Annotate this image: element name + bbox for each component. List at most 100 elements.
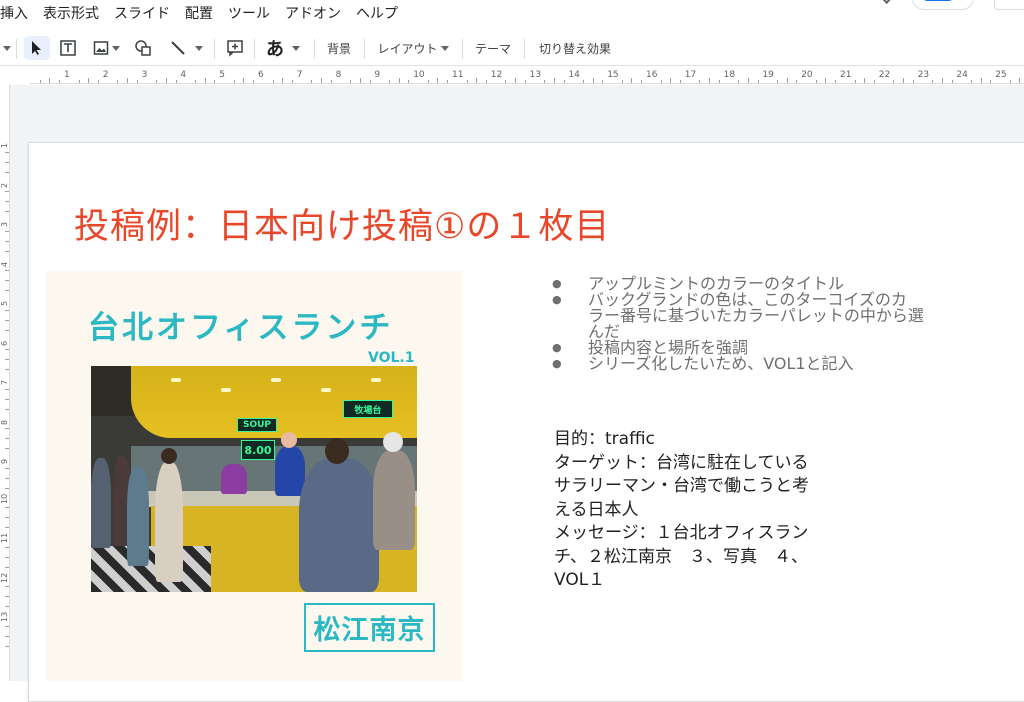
photo-person xyxy=(373,450,415,550)
present-button[interactable] xyxy=(912,0,974,10)
toolbar-separator xyxy=(214,39,215,59)
ruler-tick xyxy=(738,80,740,83)
ruler-tick xyxy=(903,78,904,83)
ruler-tick xyxy=(311,80,313,83)
ruler-tick xyxy=(5,438,9,440)
photo-person xyxy=(299,458,379,592)
bullet-item: シリーズ化したいため、VOL1と記入 xyxy=(552,356,992,373)
ruler-tick xyxy=(59,80,61,83)
ruler-tick xyxy=(660,80,662,83)
slide-title[interactable]: 投稿例：日本向け投稿①の１枚目 xyxy=(74,198,610,249)
ruler-tick xyxy=(5,448,9,450)
shape-button[interactable] xyxy=(132,36,154,60)
ruler-number: 2 xyxy=(102,70,109,80)
photo-light xyxy=(371,378,381,382)
select-tool-button[interactable] xyxy=(24,36,50,60)
toolbar-separator xyxy=(254,39,255,59)
vertical-ruler[interactable]: 1 2 3 4 5 6 7 8 9 10 11 12 13 xyxy=(0,84,10,681)
ruler-tick xyxy=(5,507,9,509)
comment-button[interactable] xyxy=(224,36,246,60)
body-line: 目的：traffic xyxy=(554,429,655,449)
chevron-down-icon xyxy=(292,45,300,51)
photo-light xyxy=(171,378,181,382)
ruler-number: 8 xyxy=(335,70,342,80)
ruler-number: 8 xyxy=(0,419,9,425)
ruler-tick xyxy=(5,408,9,410)
menu-insert[interactable]: 挿入 xyxy=(0,3,28,23)
ruler-tick xyxy=(5,191,9,193)
ruler-number: 7 xyxy=(0,379,9,385)
ruler-number: 12 xyxy=(0,572,9,583)
ruler-tick xyxy=(5,270,9,272)
horizontal-ruler[interactable]: 1 2 3 4 5 6 7 8 9 10 11 12 13 14 15 16 17 18 19 20 21 22 23 24 2… xyxy=(30,70,1024,84)
ruler-tick xyxy=(5,596,9,598)
layout-button[interactable]: レイアウト xyxy=(372,36,454,60)
photo-person xyxy=(127,466,149,566)
menu-format[interactable]: 表示形式 xyxy=(43,3,99,23)
ruler-tick xyxy=(291,80,293,83)
ruler-tick xyxy=(941,78,943,83)
photo-head xyxy=(161,448,177,464)
ruler-tick xyxy=(5,566,9,568)
input-tools-button[interactable]: あ xyxy=(262,36,304,60)
toolbar-separator xyxy=(314,39,315,59)
poster-stamp: 松江南京 xyxy=(304,603,435,652)
ruler-tick xyxy=(127,78,128,83)
toolbar-separator xyxy=(524,39,525,59)
ruler-tick xyxy=(515,78,516,83)
ruler-tick xyxy=(204,78,206,83)
ruler-tick xyxy=(980,78,982,83)
ruler-tick xyxy=(5,349,9,351)
text-box-icon xyxy=(60,40,76,56)
menu-addons[interactable]: アドオン xyxy=(285,3,341,23)
line-icon xyxy=(171,41,185,55)
text-box-button[interactable] xyxy=(56,36,80,60)
photo-price-sign: 8.00 xyxy=(241,440,275,460)
background-button[interactable]: 背景 xyxy=(322,36,356,60)
menu-slide[interactable]: スライド xyxy=(114,3,170,23)
body-line: ターゲット：台湾に駐在している xyxy=(554,452,809,473)
ruler-tick xyxy=(165,78,167,83)
ruler-number: 20 xyxy=(801,70,813,80)
ruler-tick xyxy=(233,80,235,83)
ruler-tick xyxy=(5,319,9,321)
share-button[interactable] xyxy=(994,0,1024,10)
bullet-list[interactable]: アップルミントのカラーのタイトル バックグランドの色は、このターコイズのカラー番… xyxy=(552,276,992,373)
ruler-tick xyxy=(873,80,875,83)
ruler-tick xyxy=(718,80,720,83)
ruler-tick xyxy=(5,645,9,647)
toolbar-separator xyxy=(364,39,365,59)
toolbar-overflow-caret[interactable] xyxy=(0,36,11,60)
ruler-tick xyxy=(5,171,9,173)
ruler-tick xyxy=(1019,78,1021,83)
ruler-tick xyxy=(893,80,895,83)
line-button[interactable] xyxy=(164,36,208,60)
ruler-number: 6 xyxy=(0,340,9,346)
menu-arrange[interactable]: 配置 xyxy=(185,3,213,23)
ruler-tick xyxy=(350,80,352,83)
menu-tools[interactable]: ツール xyxy=(228,3,270,23)
ruler-tick xyxy=(5,517,9,519)
ruler-tick xyxy=(485,80,487,83)
ruler-number: 14 xyxy=(568,70,580,80)
transition-button[interactable]: 切り替え効果 xyxy=(532,36,618,60)
ruler-tick xyxy=(5,280,9,282)
ruler-tick xyxy=(5,250,9,252)
ruler-tick xyxy=(136,80,138,83)
ruler-number: 15 xyxy=(607,70,619,80)
toolbar-separator xyxy=(16,39,17,59)
ruler-tick xyxy=(699,80,701,83)
ruler-number: 9 xyxy=(374,70,381,80)
ruler-number: 2 xyxy=(0,182,9,188)
image-button[interactable] xyxy=(88,36,124,60)
ruler-tick xyxy=(524,80,526,83)
menu-help[interactable]: ヘルプ xyxy=(356,3,398,23)
ruler-tick xyxy=(990,80,992,83)
body-line: チ、２松江南京 ３、写真 ４、 xyxy=(554,546,808,567)
body-text-box[interactable]: 目的：traffic ターゲット：台湾に駐在している サラリーマン・台湾で働こう… xyxy=(554,428,854,593)
shape-icon xyxy=(135,40,151,56)
ruler-tick xyxy=(39,80,41,83)
theme-button[interactable]: テーマ xyxy=(470,36,516,60)
ruler-number: 11 xyxy=(0,532,9,543)
ruler-tick xyxy=(835,80,837,83)
